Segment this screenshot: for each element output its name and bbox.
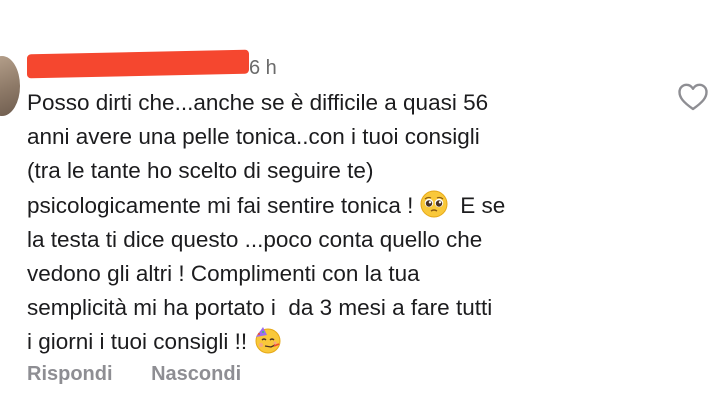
comment-line-1: Posso dirti che...anche se è difficile a… <box>27 90 489 115</box>
comment-line-5: la testa ti dice questo ...poco conta qu… <box>27 226 483 252</box>
comment-line-4b: E se <box>447 192 506 218</box>
comment-actions: Rispondi Nascondi <box>27 363 241 386</box>
heart-outline-icon[interactable] <box>677 82 709 112</box>
partying-face-emoji <box>255 327 281 354</box>
comment-line-2: anni avere una pelle tonica..con i tuoi … <box>27 124 480 150</box>
avatar[interactable] <box>0 56 20 116</box>
timestamp: 6 h <box>249 57 277 79</box>
comment-line-7: semplicità mi ha portato i da 3 mesi a f… <box>27 295 493 321</box>
pleading-face-emoji <box>420 190 448 218</box>
comment-line-3: (tra le tante ho scelto di seguire te) <box>27 158 374 184</box>
comment-line-6: vedono gli altri ! Complimenti con la tu… <box>27 261 420 287</box>
redaction-overlay <box>27 49 249 79</box>
comment-text: Posso dirti che...anche se è difficile a… <box>27 86 657 360</box>
reply-button[interactable]: Rispondi <box>27 363 113 385</box>
comment: n 6 h Posso dirti che...anche se è diffi… <box>0 0 724 419</box>
comment-line-4a: psicologicamente mi fai sentire tonica ! <box>27 192 420 218</box>
comment-line-8: i giorni i tuoi consigli !! <box>27 329 254 355</box>
hide-button[interactable]: Nascondi <box>151 363 241 385</box>
comment-header: n 6 h <box>27 49 317 86</box>
